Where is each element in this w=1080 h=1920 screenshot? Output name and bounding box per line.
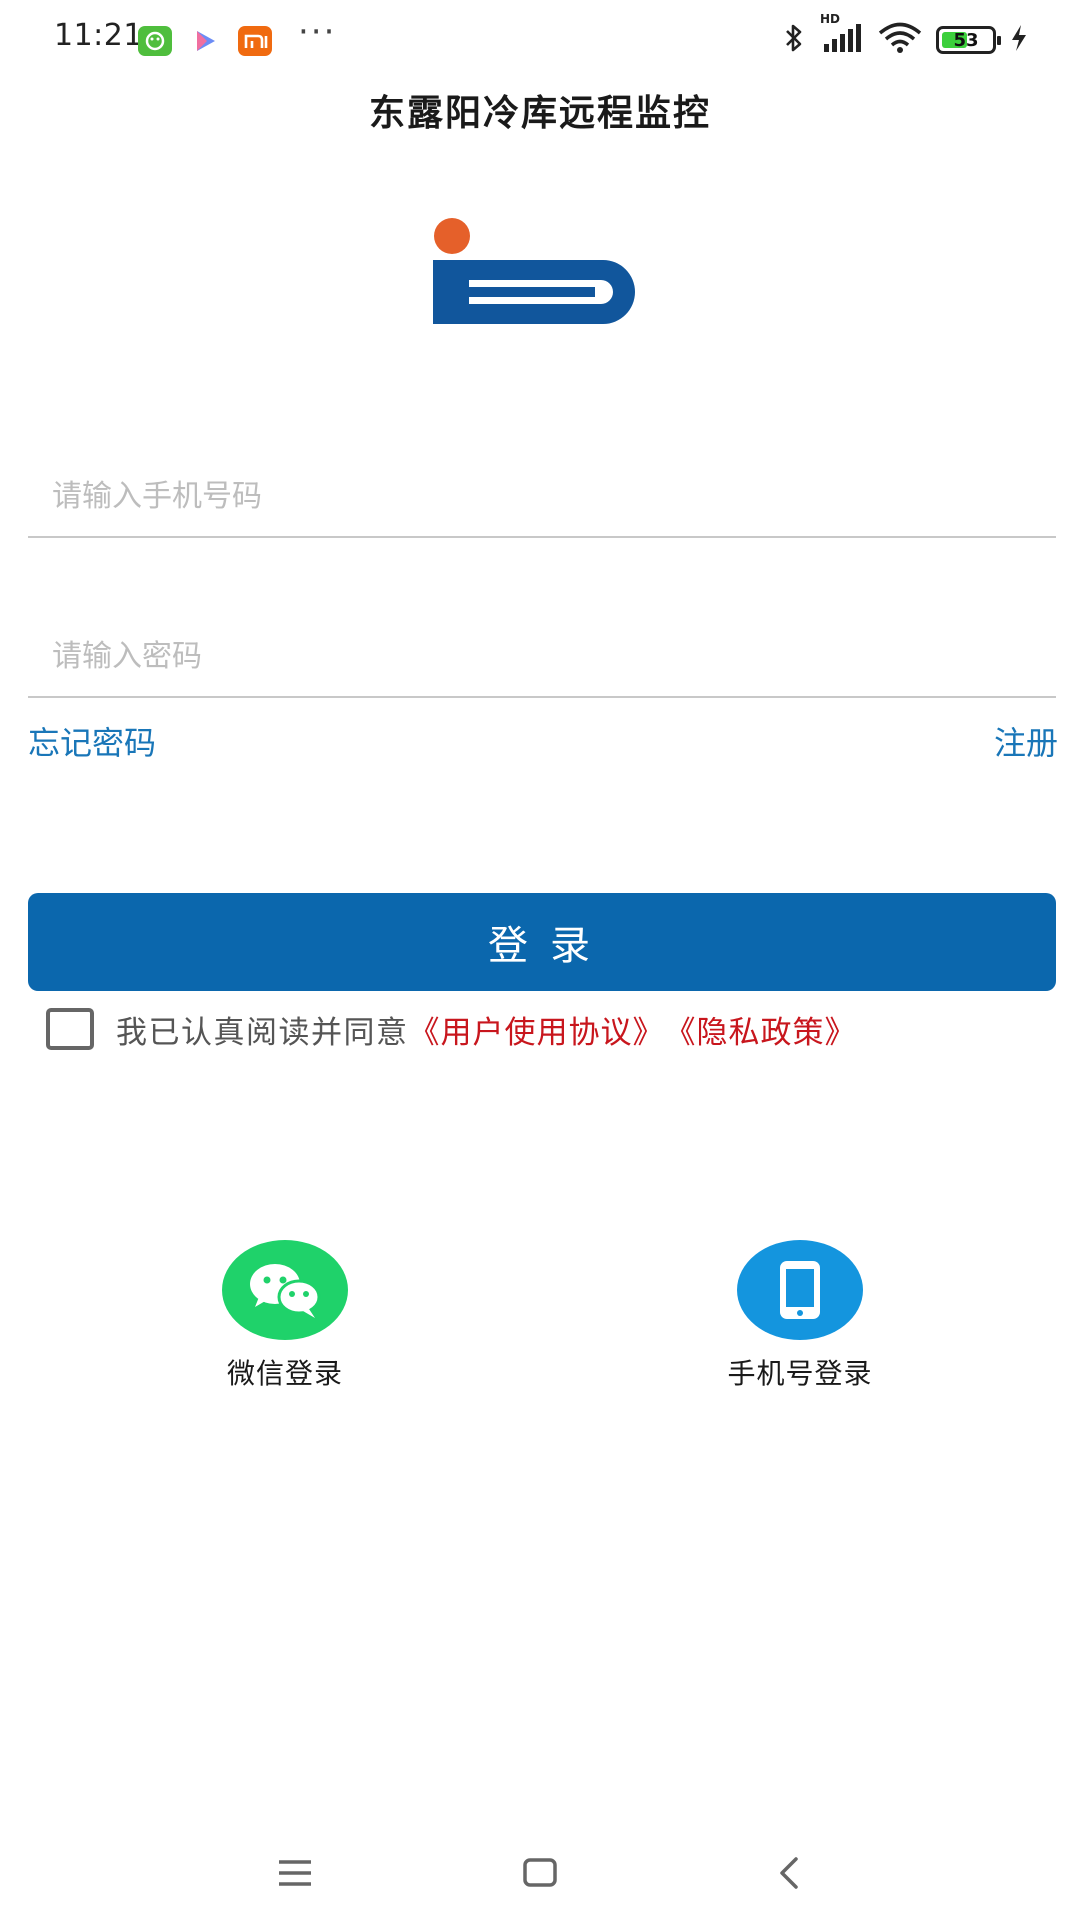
battery-level: 53: [953, 29, 979, 51]
battery-icon: 53: [936, 26, 1001, 54]
privacy-policy-link[interactable]: 《隐私政策》: [665, 1007, 857, 1052]
phone-login-label: 手机号登录: [727, 1357, 873, 1390]
back-icon[interactable]: [760, 1848, 820, 1898]
play-store-icon: [188, 26, 222, 56]
system-nav-bar: [0, 1830, 1080, 1920]
home-icon[interactable]: [510, 1848, 570, 1898]
company-logo: [425, 218, 660, 328]
bluetooth-icon: [782, 22, 806, 58]
user-agreement-link[interactable]: 《用户使用协议》: [409, 1007, 665, 1052]
register-link[interactable]: 注册: [994, 718, 1058, 764]
mi-icon: [238, 26, 272, 56]
status-time: 11:21: [54, 18, 143, 53]
charging-icon: [1010, 23, 1028, 57]
status-indicators: HD 53: [782, 12, 1028, 58]
page-title: 东露阳冷库远程监控: [368, 93, 711, 134]
menu-icon[interactable]: [265, 1848, 325, 1898]
hd-label: HD: [820, 12, 841, 26]
forgot-password-link[interactable]: 忘记密码: [28, 718, 156, 764]
signal-icon: HD: [820, 12, 864, 58]
status-bar: 11:21 ··· HD 53: [0, 0, 1080, 80]
more-notifications-icon: ···: [298, 12, 337, 52]
wechat-icon: [222, 1240, 348, 1340]
app-notification-icon: [138, 26, 172, 56]
phone-login-button[interactable]: 手机号登录: [680, 1240, 920, 1392]
wifi-icon: [878, 22, 922, 58]
mobile-phone-icon: [737, 1240, 863, 1340]
login-button[interactable]: 登录: [28, 893, 1056, 991]
agreement-row: 我已认真阅读并同意 《用户使用协议》 《隐私政策》: [46, 1004, 857, 1054]
agreement-checkbox[interactable]: [46, 1008, 94, 1050]
wechat-login-button[interactable]: 微信登录: [165, 1240, 405, 1392]
agreement-text: 我已认真阅读并同意: [116, 1014, 409, 1051]
password-input[interactable]: [28, 616, 1056, 698]
wechat-login-label: 微信登录: [226, 1357, 343, 1390]
phone-input[interactable]: [28, 456, 1056, 538]
